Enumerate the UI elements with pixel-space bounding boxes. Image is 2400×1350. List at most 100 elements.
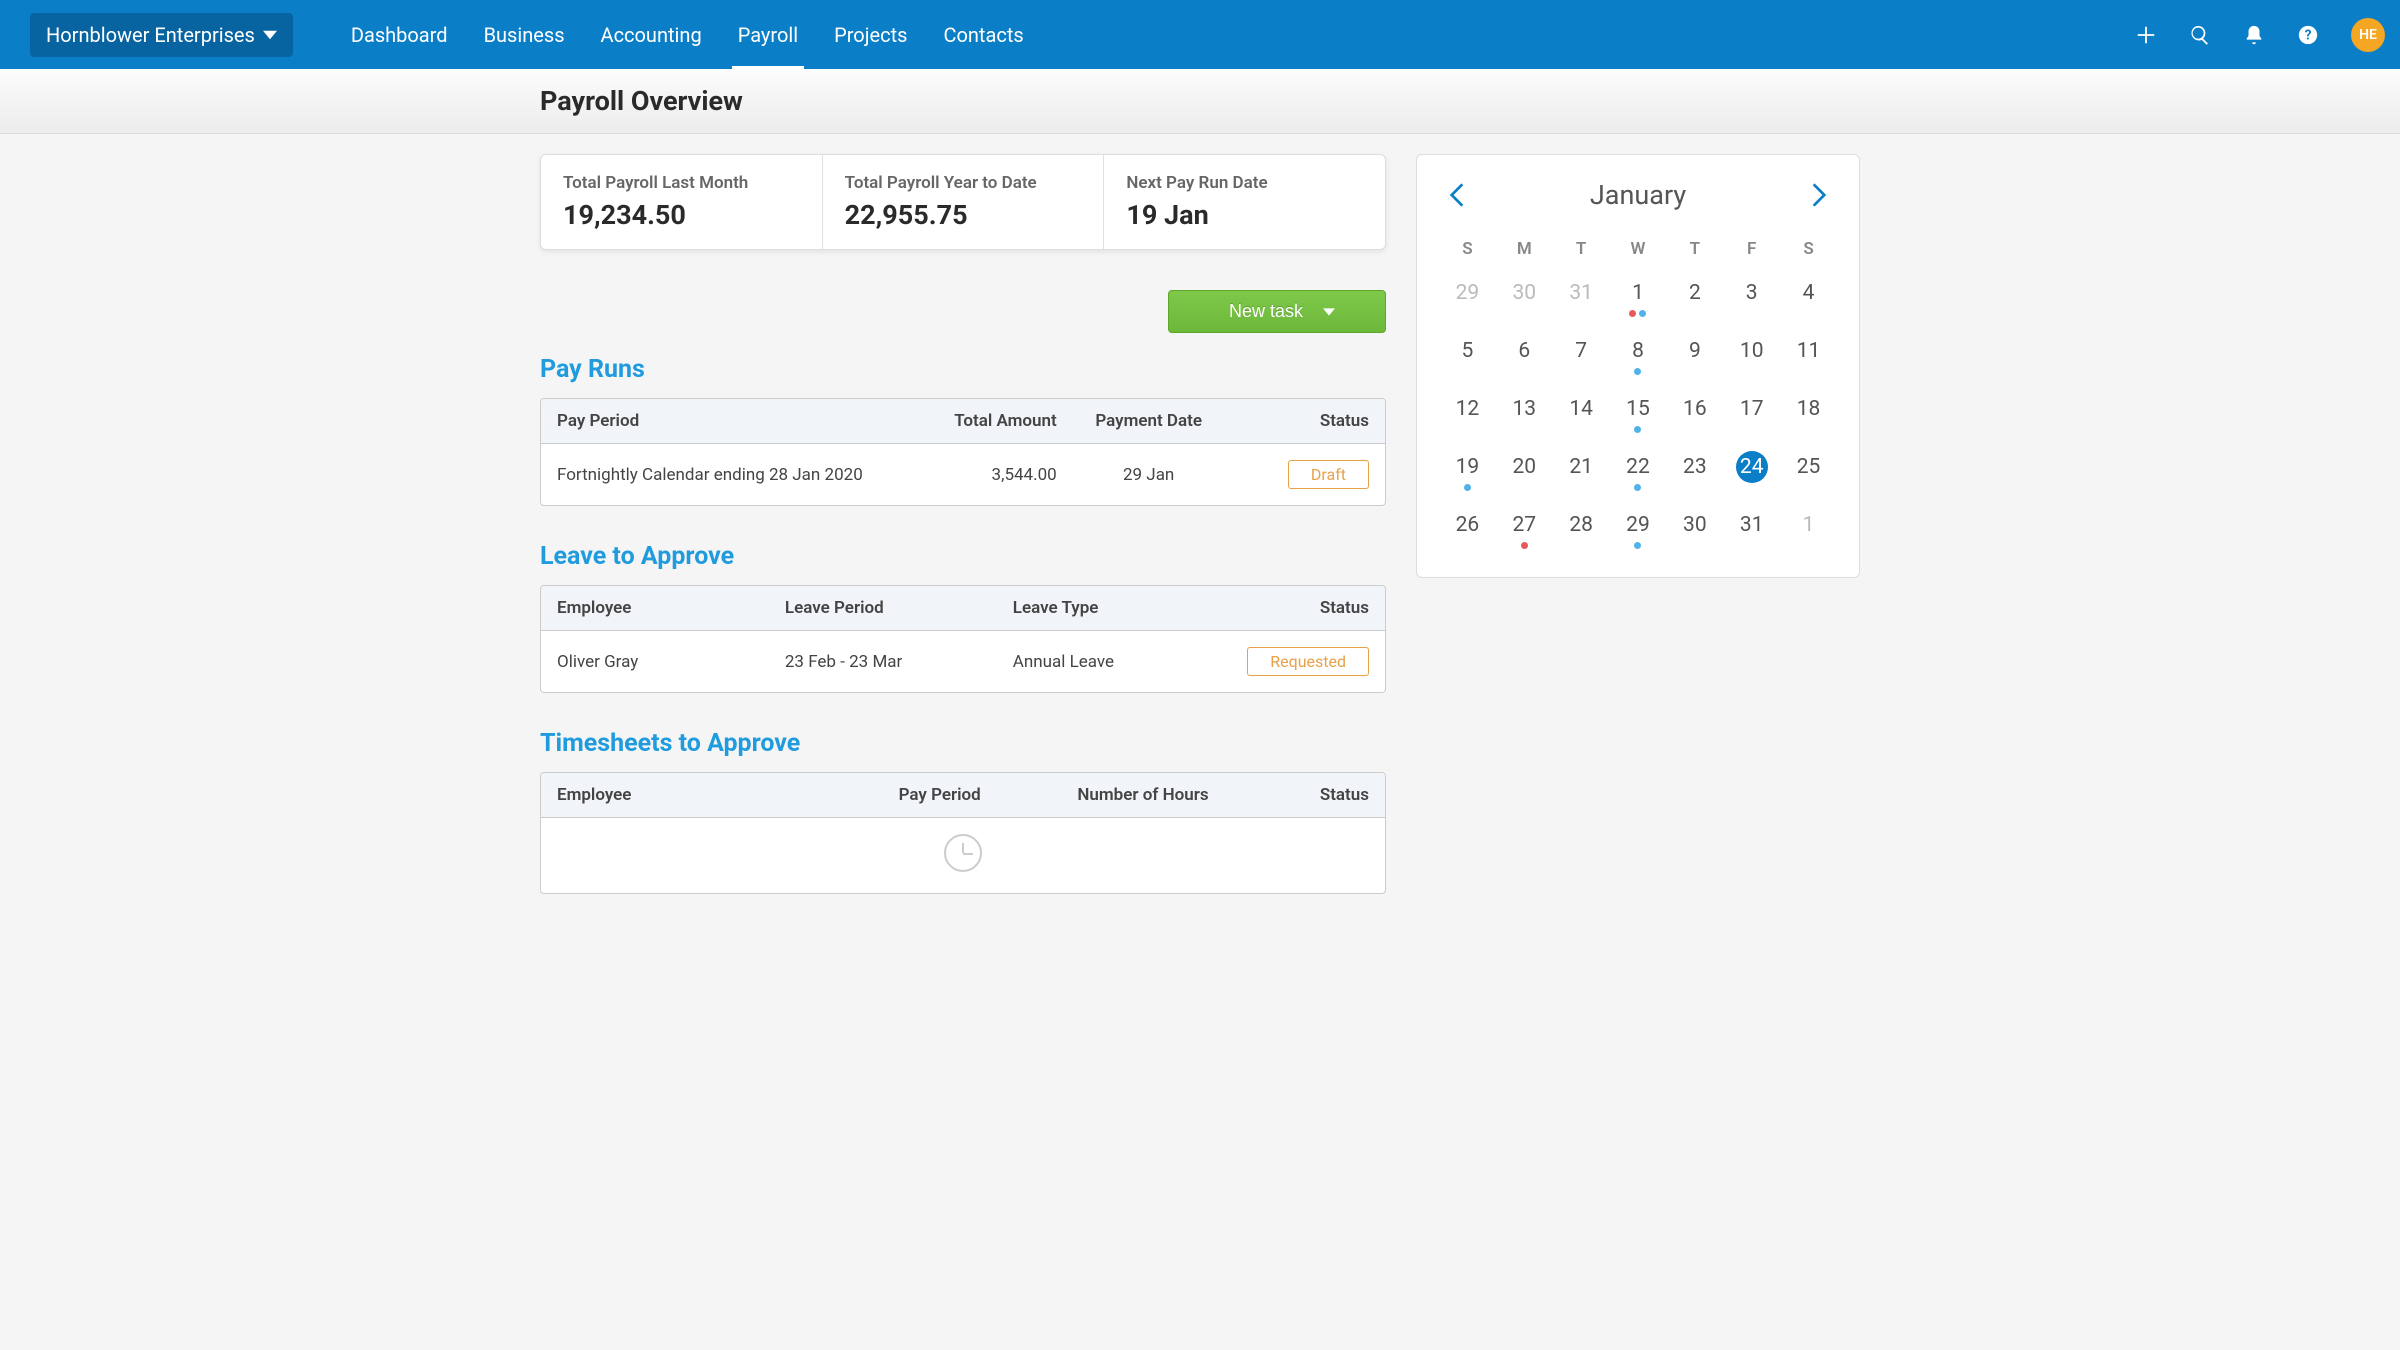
calendar-day[interactable]: 31 — [1723, 509, 1780, 549]
chevron-down-icon — [263, 28, 277, 42]
search-icon[interactable] — [2189, 24, 2211, 46]
calendar-day[interactable]: 23 — [1666, 451, 1723, 491]
calendar-dow: S — [1439, 239, 1496, 259]
col-leave-type: Leave Type — [997, 586, 1225, 631]
calendar-day[interactable]: 29 — [1610, 509, 1667, 549]
calendar-day[interactable]: 11 — [1780, 335, 1837, 375]
topbar-right: ? HE — [2135, 18, 2385, 52]
calendar-dow: S — [1780, 239, 1837, 259]
col-pay-period: Pay Period — [541, 399, 921, 444]
calendar: January SMTWTFS2930311234567891011121314… — [1416, 154, 1860, 578]
calendar-day[interactable]: 28 — [1553, 509, 1610, 549]
pay-runs-table: Pay Period Total Amount Payment Date Sta… — [540, 398, 1386, 506]
calendar-day[interactable]: 22 — [1610, 451, 1667, 491]
calendar-grid: SMTWTFS293031123456789101112131415161718… — [1439, 239, 1837, 549]
help-icon[interactable]: ? — [2297, 24, 2319, 46]
calendar-day[interactable]: 9 — [1666, 335, 1723, 375]
status-badge[interactable]: Draft — [1288, 460, 1369, 489]
timesheets-table: Employee Pay Period Number of Hours Stat… — [540, 772, 1386, 894]
event-dot — [1464, 484, 1471, 491]
event-dot — [1639, 310, 1646, 317]
nav-projects[interactable]: Projects — [816, 0, 925, 70]
nav-accounting[interactable]: Accounting — [583, 0, 720, 70]
stat-value: 22,955.75 — [845, 199, 1082, 231]
event-dot — [1634, 368, 1641, 375]
calendar-day[interactable]: 19 — [1439, 451, 1496, 491]
col-hours: Number of Hours — [997, 773, 1225, 818]
calendar-day[interactable]: 24 — [1723, 451, 1780, 491]
col-status: Status — [1225, 399, 1385, 444]
top-nav-bar: Hornblower Enterprises Dashboard Busines… — [0, 0, 2400, 69]
org-switcher[interactable]: Hornblower Enterprises — [30, 13, 293, 57]
calendar-day[interactable]: 1 — [1610, 277, 1667, 317]
stat-cards: Total Payroll Last Month 19,234.50 Total… — [540, 154, 1386, 250]
col-pay-period: Pay Period — [769, 773, 997, 818]
calendar-day[interactable]: 25 — [1780, 451, 1837, 491]
status-badge[interactable]: Requested — [1247, 647, 1369, 676]
stat-label: Next Pay Run Date — [1126, 173, 1363, 193]
calendar-day[interactable]: 13 — [1496, 393, 1553, 433]
calendar-day[interactable]: 30 — [1666, 509, 1723, 549]
col-status: Status — [1225, 773, 1385, 818]
calendar-day[interactable]: 31 — [1553, 277, 1610, 317]
calendar-day[interactable]: 21 — [1553, 451, 1610, 491]
calendar-dow: F — [1723, 239, 1780, 259]
avatar[interactable]: HE — [2351, 18, 2385, 52]
calendar-day[interactable]: 3 — [1723, 277, 1780, 317]
col-total-amount: Total Amount — [921, 399, 1073, 444]
calendar-dow: T — [1553, 239, 1610, 259]
calendar-day[interactable]: 27 — [1496, 509, 1553, 549]
event-dot — [1521, 542, 1528, 549]
calendar-day[interactable]: 26 — [1439, 509, 1496, 549]
calendar-day[interactable]: 29 — [1439, 277, 1496, 317]
cell-status: Draft — [1225, 444, 1385, 505]
page-subheader: Payroll Overview — [0, 69, 2400, 134]
calendar-day[interactable]: 10 — [1723, 335, 1780, 375]
page-title: Payroll Overview — [520, 85, 1880, 117]
content: Total Payroll Last Month 19,234.50 Total… — [520, 134, 1880, 914]
calendar-day[interactable]: 20 — [1496, 451, 1553, 491]
calendar-day[interactable]: 8 — [1610, 335, 1667, 375]
bell-icon[interactable] — [2243, 24, 2265, 46]
calendar-day[interactable]: 4 — [1780, 277, 1837, 317]
event-dot — [1634, 426, 1641, 433]
calendar-day[interactable]: 7 — [1553, 335, 1610, 375]
calendar-day[interactable]: 14 — [1553, 393, 1610, 433]
calendar-day[interactable]: 5 — [1439, 335, 1496, 375]
event-dot — [1634, 484, 1641, 491]
calendar-day[interactable]: 2 — [1666, 277, 1723, 317]
stat-value: 19 Jan — [1126, 199, 1363, 231]
nav-business[interactable]: Business — [466, 0, 583, 70]
section-title-pay-runs: Pay Runs — [540, 355, 1386, 384]
cell-status: Requested — [1225, 631, 1385, 692]
calendar-prev[interactable] — [1445, 183, 1469, 207]
org-name: Hornblower Enterprises — [46, 23, 255, 47]
event-dot — [1629, 310, 1636, 317]
calendar-day[interactable]: 18 — [1780, 393, 1837, 433]
col-employee: Employee — [541, 773, 769, 818]
calendar-day[interactable]: 12 — [1439, 393, 1496, 433]
new-task-button[interactable]: New task — [1168, 290, 1386, 333]
calendar-header: January — [1439, 179, 1837, 211]
calendar-day[interactable]: 15 — [1610, 393, 1667, 433]
col-status: Status — [1225, 586, 1385, 631]
table-row[interactable]: Fortnightly Calendar ending 28 Jan 2020 … — [541, 444, 1385, 505]
clock-icon — [944, 834, 982, 872]
add-icon[interactable] — [2135, 24, 2157, 46]
nav-contacts[interactable]: Contacts — [925, 0, 1041, 70]
calendar-day[interactable]: 16 — [1666, 393, 1723, 433]
leave-table: Employee Leave Period Leave Type Status … — [540, 585, 1386, 693]
nav-dashboard[interactable]: Dashboard — [333, 0, 466, 70]
section-title-leave: Leave to Approve — [540, 542, 1386, 571]
calendar-day[interactable]: 6 — [1496, 335, 1553, 375]
cell-period: 23 Feb - 23 Mar — [769, 631, 997, 692]
calendar-next[interactable] — [1807, 183, 1831, 207]
primary-nav: Dashboard Business Accounting Payroll Pr… — [333, 0, 1042, 70]
stat-next-run: Next Pay Run Date 19 Jan — [1104, 155, 1385, 249]
table-row[interactable]: Oliver Gray 23 Feb - 23 Mar Annual Leave… — [541, 631, 1385, 692]
calendar-day[interactable]: 1 — [1780, 509, 1837, 549]
nav-payroll[interactable]: Payroll — [720, 0, 816, 70]
calendar-day[interactable]: 17 — [1723, 393, 1780, 433]
calendar-day[interactable]: 30 — [1496, 277, 1553, 317]
col-employee: Employee — [541, 586, 769, 631]
